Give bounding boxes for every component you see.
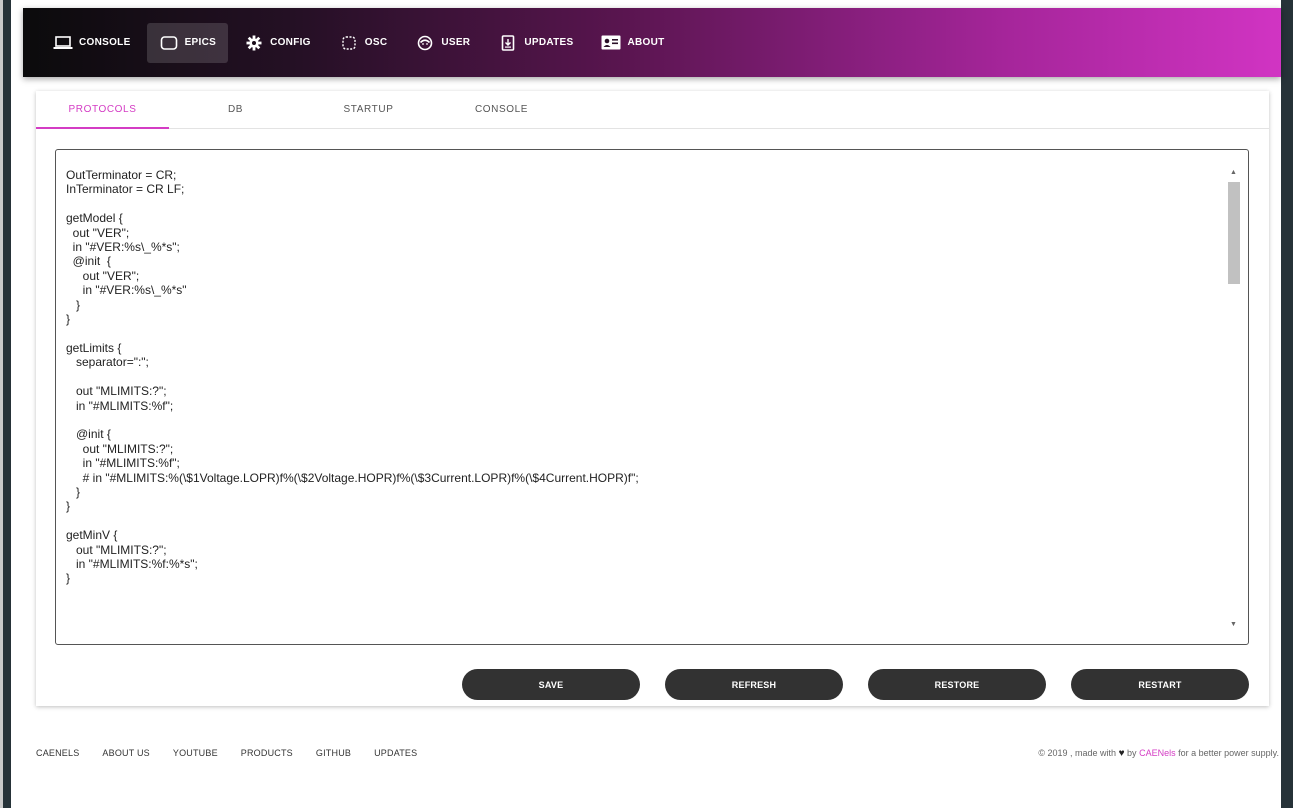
square-icon <box>159 35 179 51</box>
download-icon <box>498 34 518 51</box>
nav-osc-label: OSC <box>364 37 388 48</box>
main-card: PROTOCOLS DB STARTUP CONSOLE OutTerminat… <box>36 91 1269 706</box>
protocol-code[interactable]: OutTerminator = CR; InTerminator = CR LF… <box>66 168 639 586</box>
nav-osc[interactable]: OSC <box>327 23 400 63</box>
nav-user[interactable]: USER <box>403 23 482 63</box>
nav-about-label: ABOUT <box>627 37 665 48</box>
gear-icon <box>244 35 264 51</box>
id-card-icon <box>601 35 621 51</box>
copyright-by: by <box>1127 748 1137 758</box>
laptop-icon <box>53 35 73 51</box>
footer-link-github[interactable]: GITHUB <box>316 748 351 758</box>
scroll-down-icon[interactable]: ▼ <box>1227 616 1240 632</box>
footer-link-updates[interactable]: UPDATES <box>374 748 417 758</box>
nav-user-label: USER <box>441 37 471 48</box>
user-icon <box>415 35 435 51</box>
restore-button[interactable]: RESTORE <box>868 669 1046 700</box>
tab-protocols[interactable]: PROTOCOLS <box>36 91 169 129</box>
nav-config[interactable]: CONFIG <box>232 23 323 63</box>
editor-scrollbar[interactable]: ▲ ▼ <box>1227 164 1240 632</box>
tab-bar: PROTOCOLS DB STARTUP CONSOLE <box>36 91 1269 129</box>
footer-link-youtube[interactable]: YOUTUBE <box>173 748 218 758</box>
oscilloscope-icon <box>339 35 359 51</box>
copyright-suffix: for a better power supply. <box>1178 748 1279 758</box>
app-frame: CONSOLE EPICS CONFIG OSC USER UPDATES AB… <box>0 0 1293 808</box>
refresh-button[interactable]: REFRESH <box>665 669 843 700</box>
heart-icon: ♥ <box>1118 748 1125 759</box>
action-buttons: SAVE REFRESH RESTORE RESTART <box>462 669 1274 700</box>
tab-console[interactable]: CONSOLE <box>435 91 568 128</box>
top-nav: CONSOLE EPICS CONFIG OSC USER UPDATES AB… <box>23 8 1281 77</box>
nav-epics-label: EPICS <box>184 37 217 48</box>
nav-epics[interactable]: EPICS <box>146 22 229 63</box>
footer-link-products[interactable]: PRODUCTS <box>241 748 293 758</box>
nav-console[interactable]: CONSOLE <box>41 23 143 63</box>
nav-updates-label: UPDATES <box>524 37 574 48</box>
left-edge <box>3 0 11 808</box>
scroll-up-icon[interactable]: ▲ <box>1227 164 1240 180</box>
footer-link-caenels[interactable]: CAENELS <box>36 748 79 758</box>
tab-db[interactable]: DB <box>169 91 302 128</box>
right-edge <box>1281 0 1293 808</box>
protocol-editor[interactable]: OutTerminator = CR; InTerminator = CR LF… <box>55 149 1249 645</box>
footer-links: CAENELS ABOUT US YOUTUBE PRODUCTS GITHUB… <box>36 748 440 758</box>
save-button[interactable]: SAVE <box>462 669 640 700</box>
nav-console-label: CONSOLE <box>79 37 131 48</box>
tab-startup[interactable]: STARTUP <box>302 91 435 128</box>
scroll-thumb[interactable] <box>1228 182 1240 284</box>
nav-config-label: CONFIG <box>270 37 311 48</box>
footer-copyright: © 2019 , made with ♥ by CAENels for a be… <box>1038 748 1279 759</box>
brand-link[interactable]: CAENels <box>1139 748 1176 758</box>
restart-button[interactable]: RESTART <box>1071 669 1249 700</box>
copyright-prefix: © 2019 , made with <box>1038 748 1117 758</box>
footer-link-about-us[interactable]: ABOUT US <box>102 748 149 758</box>
nav-about[interactable]: ABOUT <box>589 23 676 63</box>
nav-updates[interactable]: UPDATES <box>486 23 585 63</box>
